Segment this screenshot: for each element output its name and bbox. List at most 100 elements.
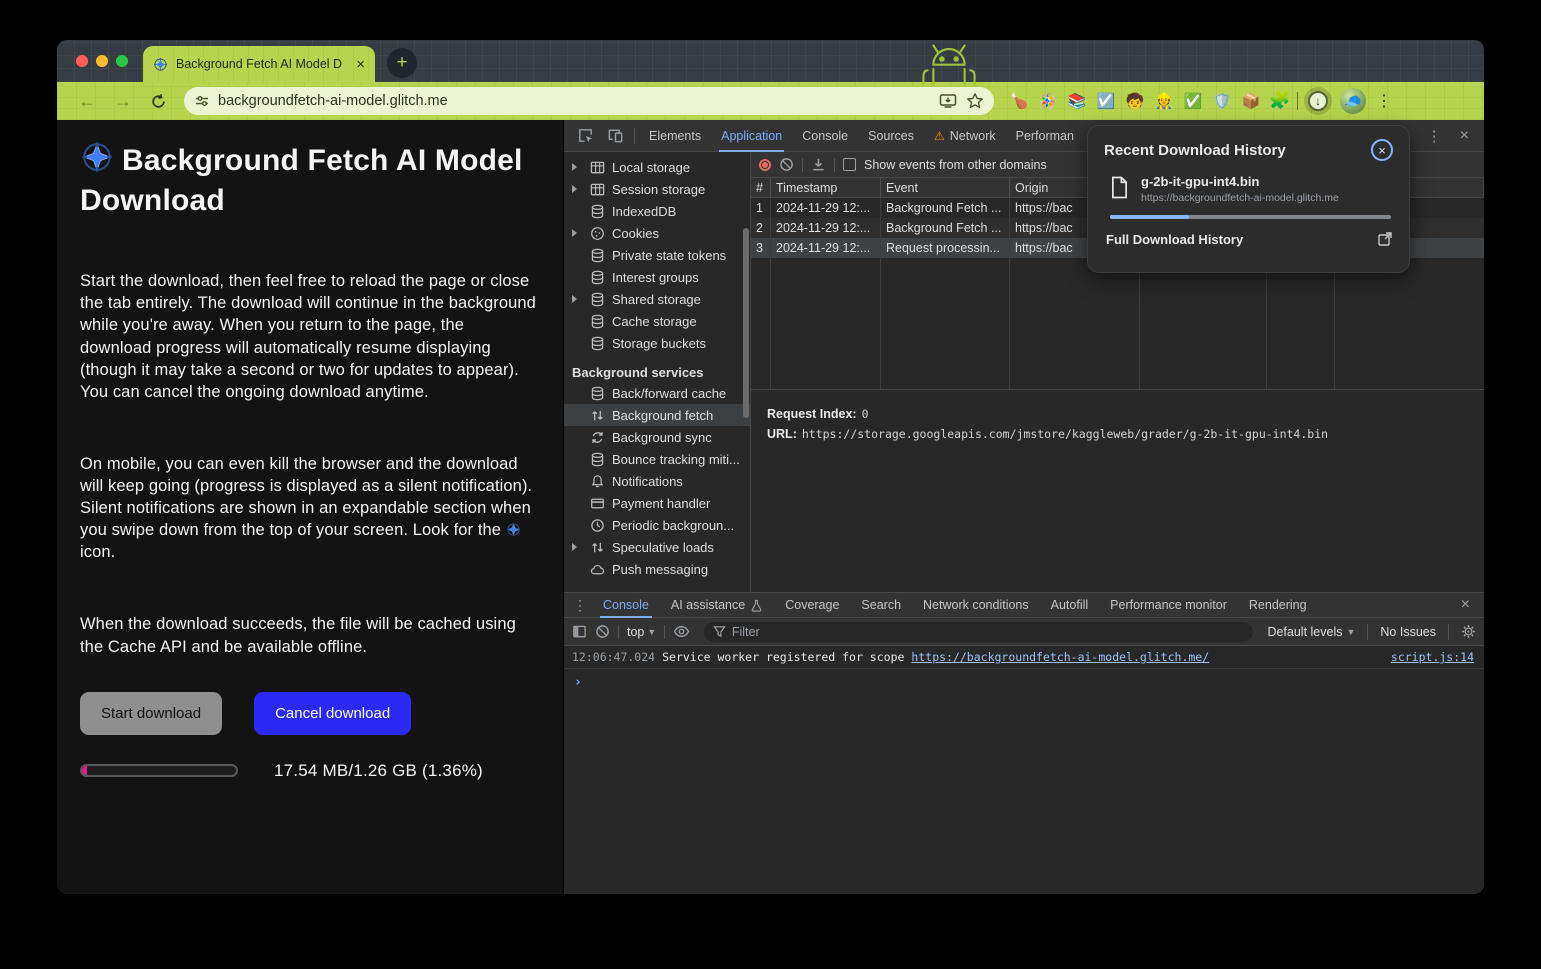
cancel-download-button[interactable]: Cancel download (254, 692, 411, 735)
filter-input[interactable] (732, 625, 1245, 639)
sidebar-item-push-messaging[interactable]: Push messaging (564, 558, 750, 580)
devtools-menu-kebab-icon[interactable]: ⋮ (1418, 127, 1451, 145)
drawer-tab-console[interactable]: Console (592, 593, 660, 618)
sidebar-item-shared-storage[interactable]: Shared storage (564, 288, 750, 310)
record-icon[interactable] (759, 159, 771, 171)
devtools-close-icon[interactable]: × (1451, 127, 1478, 145)
sidebar-item-private-state-tokens[interactable]: Private state tokens (564, 244, 750, 266)
extension-icon-9[interactable]: 📦 (1240, 92, 1262, 110)
tab-performance[interactable]: Performan (1006, 120, 1084, 152)
tab-application[interactable]: Application (711, 120, 792, 152)
tab-close-icon[interactable]: × (356, 57, 365, 72)
drawer-tab-ai-assistance[interactable]: AI assistance (660, 593, 774, 618)
close-window-button[interactable] (76, 55, 88, 67)
show-events-checkbox[interactable] (843, 158, 856, 171)
drawer-tab-autofill[interactable]: Autofill (1040, 593, 1100, 618)
extension-icon-8[interactable]: 🛡️ (1211, 92, 1233, 110)
console-settings-gear-icon[interactable] (1461, 624, 1476, 639)
download-progress-indicator[interactable]: ↓ (1304, 87, 1332, 115)
drawer-tab-search[interactable]: Search (850, 593, 912, 618)
device-toolbar-icon[interactable] (600, 127, 630, 144)
message-scope-link[interactable]: https://backgroundfetch-ai-model.glitch.… (911, 650, 1209, 664)
sidebar-item-bounce-tracking[interactable]: Bounce tracking miti... (564, 448, 750, 470)
forward-icon[interactable]: → (114, 91, 132, 112)
sidebar-item-back-forward-cache[interactable]: Back/forward cache (564, 382, 750, 404)
drawer-menu-kebab-icon[interactable]: ⋮ (568, 597, 592, 614)
database-icon (590, 386, 605, 401)
drawer-tab-coverage[interactable]: Coverage (774, 593, 850, 618)
sidebar-item-background-sync[interactable]: Background sync (564, 426, 750, 448)
show-events-label: Show events from other domains (864, 158, 1047, 172)
expand-arrow-icon[interactable] (572, 543, 577, 551)
sidebar-item-cache-storage[interactable]: Cache storage (564, 310, 750, 332)
levels-dropdown[interactable]: Default levels▼ (1267, 625, 1355, 639)
drawer-tab-network-conditions[interactable]: Network conditions (912, 593, 1040, 618)
extension-icon-5[interactable]: 🧒 (1124, 92, 1146, 110)
extension-icon-6[interactable]: 👷 (1153, 92, 1175, 110)
download-item[interactable]: g-2b-it-gpu-int4.bin https://backgroundf… (1104, 174, 1393, 204)
drawer-tab-performance-monitor[interactable]: Performance monitor (1099, 593, 1238, 618)
console-filter[interactable] (704, 622, 1253, 642)
expand-arrow-icon[interactable] (572, 295, 577, 303)
sidebar-item-local-storage[interactable]: Local storage (564, 156, 750, 178)
download-file-name[interactable]: g-2b-it-gpu-int4.bin (1141, 174, 1339, 189)
console-toolbar: top▼ Default levels▼ No Issues (564, 618, 1484, 646)
save-events-icon[interactable] (811, 157, 826, 172)
popup-close-icon[interactable]: × (1371, 139, 1393, 161)
external-link-icon[interactable] (1377, 231, 1393, 247)
maximize-window-button[interactable] (116, 55, 128, 67)
sidebar-item-periodic-background-sync[interactable]: Periodic backgroun... (564, 514, 750, 536)
sidebar-item-background-fetch[interactable]: Background fetch (564, 404, 750, 426)
sidebar-item-payment-handler[interactable]: Payment handler (564, 492, 750, 514)
expand-arrow-icon[interactable] (572, 185, 577, 193)
eye-live-expression-icon[interactable] (673, 625, 690, 638)
extension-icon-7[interactable]: ✅ (1182, 92, 1204, 110)
profile-avatar[interactable]: 🧢 (1340, 88, 1366, 114)
back-icon[interactable]: ← (78, 91, 96, 112)
tab-network[interactable]: ⚠Network (924, 120, 1006, 152)
network-warning-icon: ⚠ (934, 129, 945, 143)
clear-console-icon[interactable] (595, 624, 610, 639)
issues-counter[interactable]: No Issues (1380, 625, 1436, 639)
extension-icon-3[interactable]: 📚 (1066, 92, 1088, 110)
sidebar-item-notifications[interactable]: Notifications (564, 470, 750, 492)
web-page: Background Fetch AI Model Download Start… (57, 120, 563, 894)
bookmark-star-icon[interactable] (966, 92, 984, 110)
install-app-icon[interactable] (939, 93, 958, 110)
reload-icon[interactable] (150, 93, 167, 110)
new-tab-button[interactable]: + (387, 48, 417, 78)
sidebar-item-session-storage[interactable]: Session storage (564, 178, 750, 200)
browser-menu-kebab-icon[interactable]: ⋮ (1376, 91, 1392, 111)
expand-arrow-icon[interactable] (572, 163, 577, 171)
sidebar-scrollbar[interactable] (743, 228, 749, 418)
extension-icon-2[interactable]: 🪅 (1037, 92, 1059, 110)
browser-tab[interactable]: Background Fetch AI Model D × (143, 46, 375, 82)
site-settings-icon[interactable] (194, 93, 210, 109)
sidebar-item-speculative-loads[interactable]: Speculative loads (564, 536, 750, 558)
drawer-close-icon[interactable]: × (1451, 596, 1480, 614)
console-prompt-chevron[interactable]: › (564, 669, 1484, 690)
tab-elements[interactable]: Elements (639, 120, 711, 152)
drawer-tab-rendering[interactable]: Rendering (1238, 593, 1318, 618)
minimize-window-button[interactable] (96, 55, 108, 67)
context-selector[interactable]: top▼ (627, 625, 656, 639)
full-download-history-link[interactable]: Full Download History (1106, 232, 1243, 247)
extensions-puzzle-icon[interactable]: 🧩 (1269, 91, 1291, 111)
clear-icon[interactable] (779, 157, 794, 172)
up-down-arrows-icon (590, 408, 605, 423)
console-sidebar-icon[interactable] (572, 624, 587, 639)
url-text[interactable]: backgroundfetch-ai-model.glitch.me (218, 93, 931, 109)
extension-icon-1[interactable]: 🍗 (1008, 92, 1030, 110)
start-download-button[interactable]: Start download (80, 692, 222, 735)
sidebar-item-interest-groups[interactable]: Interest groups (564, 266, 750, 288)
sidebar-item-indexeddb[interactable]: IndexedDB (564, 200, 750, 222)
tab-sources[interactable]: Sources (858, 120, 924, 152)
expand-arrow-icon[interactable] (572, 229, 577, 237)
message-source-link[interactable]: script.js:14 (1391, 650, 1474, 664)
tab-console[interactable]: Console (792, 120, 858, 152)
sidebar-item-cookies[interactable]: Cookies (564, 222, 750, 244)
sidebar-item-storage-buckets[interactable]: Storage buckets (564, 332, 750, 354)
address-bar[interactable]: backgroundfetch-ai-model.glitch.me (184, 87, 994, 115)
extension-icon-4[interactable]: ☑️ (1095, 92, 1117, 110)
inspect-element-icon[interactable] (570, 127, 600, 144)
